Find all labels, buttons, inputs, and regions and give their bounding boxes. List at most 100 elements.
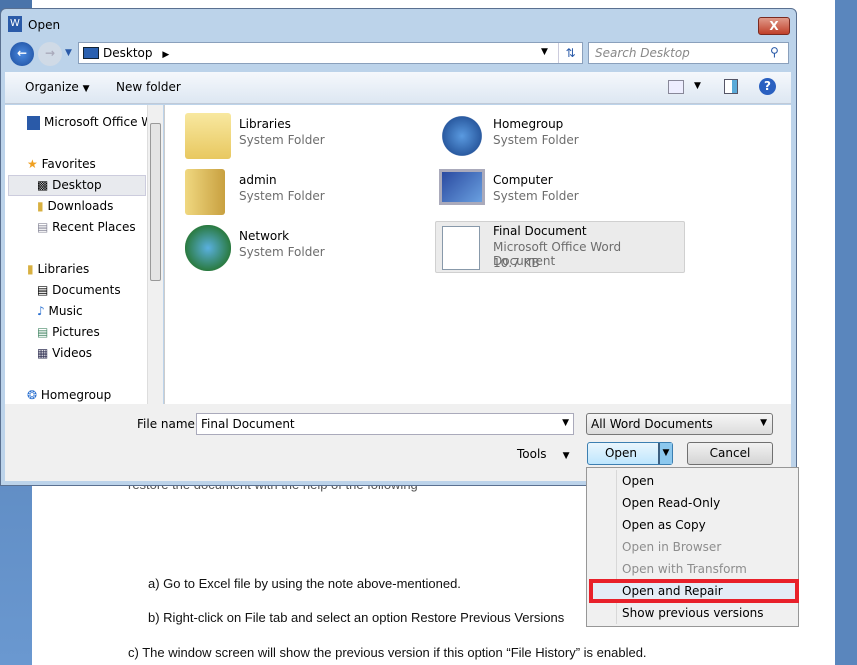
file-list: Libraries System Folder Homegroup System F… <box>164 105 791 404</box>
file-type-select[interactable]: All Word Documents ▼ <box>586 413 773 435</box>
nav-label: Downloads <box>47 199 114 213</box>
nav-label: Homegroup <box>40 388 112 402</box>
recent-pages-chevron-icon[interactable]: ▼ <box>65 48 72 58</box>
item-name: Network <box>239 229 290 243</box>
desktop-icon <box>83 47 99 59</box>
chevron-down-icon: ▼ <box>562 451 570 461</box>
star-icon: ★ <box>27 157 38 171</box>
nav-item-videos[interactable]: ▦ Videos <box>37 346 92 360</box>
search-input[interactable]: Search Desktop <box>588 42 789 64</box>
nav-scrollbar[interactable] <box>147 105 163 404</box>
item-name: Computer <box>493 173 553 187</box>
tools-button[interactable]: Tools ▼ <box>517 447 569 461</box>
documents-icon: ▤ <box>37 283 49 297</box>
file-item-network[interactable]: Network System Folder <box>185 225 435 275</box>
nav-label: Microsoft Office W <box>44 115 154 129</box>
nav-label: Desktop <box>52 178 102 192</box>
file-name-value: Final Document <box>201 417 295 431</box>
doc-step-a: a) Go to Excel file by using the note ab… <box>148 576 461 591</box>
homegroup-icon <box>439 113 485 159</box>
item-type: System Folder <box>239 133 325 147</box>
nav-item-music[interactable]: ♪ Music <box>37 304 83 318</box>
open-options-menu: Open Open Read-Only Open as Copy Open in… <box>586 467 799 627</box>
preview-pane-icon[interactable] <box>724 79 738 94</box>
menu-item-open-as-copy[interactable]: Open as Copy <box>622 518 706 532</box>
refresh-icon[interactable]: ⇅ <box>558 43 582 63</box>
address-dropdown-icon[interactable]: ▼ <box>541 47 548 57</box>
nav-label: Documents <box>52 283 121 297</box>
nav-item-documents[interactable]: ▤ Documents <box>37 283 121 297</box>
nav-item-downloads[interactable]: ▮ Downloads <box>37 199 113 213</box>
address-bar[interactable]: Desktop ▶ ▼ <box>78 42 583 64</box>
libraries-icon: ▮ <box>27 262 34 276</box>
item-type: System Folder <box>239 245 325 259</box>
videos-icon: ▦ <box>37 346 49 360</box>
nav-favorites[interactable]: ★ Favorites <box>27 157 96 171</box>
nav-libraries[interactable]: ▮ Libraries <box>27 262 89 276</box>
chevron-down-icon: ▼ <box>82 84 90 94</box>
homegroup-icon: ❂ <box>27 388 38 402</box>
file-item-libraries[interactable]: Libraries System Folder <box>185 113 435 163</box>
nav-label: Pictures <box>52 325 100 339</box>
organize-label: Organize <box>25 80 79 94</box>
menu-item-open[interactable]: Open <box>622 474 654 488</box>
forward-button[interactable]: → <box>38 42 62 66</box>
computer-icon <box>439 169 485 205</box>
file-name-input[interactable]: Final Document ▼ <box>196 413 574 435</box>
menu-item-open-with-transform: Open with Transform <box>622 562 747 576</box>
menu-item-open-read-only[interactable]: Open Read-Only <box>622 496 720 510</box>
user-folder-icon <box>185 169 225 215</box>
item-name: Final Document <box>493 224 587 238</box>
back-button[interactable]: ← <box>10 42 34 66</box>
tools-label: Tools <box>517 447 547 461</box>
red-highlight-box <box>589 579 799 603</box>
nav-label: Recent Places <box>52 220 136 234</box>
nav-item-recent-places[interactable]: ▤ Recent Places <box>37 220 136 234</box>
menu-item-show-previous-versions[interactable]: Show previous versions <box>622 606 764 620</box>
close-button[interactable]: X <box>758 17 790 35</box>
help-icon[interactable]: ? <box>759 78 776 95</box>
open-button-label[interactable]: Open <box>605 446 637 460</box>
scroll-thumb[interactable] <box>150 123 161 281</box>
breadcrumb-chevron-icon[interactable]: ▶ <box>162 50 169 60</box>
nav-item-pictures[interactable]: ▤ Pictures <box>37 325 100 339</box>
pictures-icon: ▤ <box>37 325 49 339</box>
open-dropdown-arrow-icon[interactable]: ▼ <box>658 443 672 464</box>
nav-item-desktop[interactable]: ▩ Desktop <box>37 178 102 192</box>
cancel-button[interactable]: Cancel <box>687 442 773 465</box>
item-type: System Folder <box>239 189 325 203</box>
file-item-admin[interactable]: admin System Folder <box>185 169 435 219</box>
background-right <box>835 0 857 665</box>
item-size: 10.7 KB <box>493 256 540 270</box>
view-options-icon[interactable] <box>668 80 684 94</box>
item-type: System Folder <box>493 189 579 203</box>
view-chevron-icon[interactable]: ▼ <box>694 81 701 91</box>
nav-label: Music <box>48 304 83 318</box>
doc-step-b: b) Right-click on File tab and select an… <box>148 610 565 625</box>
navigation-pane: Microsoft Office W ★ Favorites ▩ Desktop… <box>5 105 162 404</box>
search-icon[interactable]: ⚲ <box>770 45 779 59</box>
file-name-dropdown-icon[interactable]: ▼ <box>562 418 569 428</box>
nav-homegroup[interactable]: ❂ Homegroup <box>27 388 111 402</box>
file-item-computer[interactable]: Computer System Folder <box>439 169 689 219</box>
file-name-label: File name: <box>137 417 199 431</box>
menu-item-open-in-browser: Open in Browser <box>622 540 722 554</box>
organize-button[interactable]: Organize ▼ <box>25 80 90 94</box>
word-icon <box>27 115 40 130</box>
dialog-title: Open <box>28 18 61 32</box>
nav-item-ms-office[interactable]: Microsoft Office W <box>27 115 153 130</box>
file-item-homegroup[interactable]: Homegroup System Folder <box>439 113 689 163</box>
network-icon <box>185 225 231 271</box>
open-split-button[interactable]: Open ▼ <box>587 442 673 465</box>
file-type-value: All Word Documents <box>591 417 713 431</box>
item-type: System Folder <box>493 133 579 147</box>
doc-step-c: c) The window screen will show the previ… <box>128 645 647 660</box>
recent-places-icon: ▤ <box>37 220 49 234</box>
new-folder-button[interactable]: New folder <box>116 80 181 94</box>
music-icon: ♪ <box>37 304 45 318</box>
libraries-icon <box>185 113 231 159</box>
address-desktop[interactable]: Desktop <box>103 46 153 60</box>
file-item-final-document[interactable]: Final Document Microsoft Office Word Docu… <box>435 221 685 273</box>
word-document-icon <box>442 226 480 270</box>
nav-label: Libraries <box>37 262 90 276</box>
